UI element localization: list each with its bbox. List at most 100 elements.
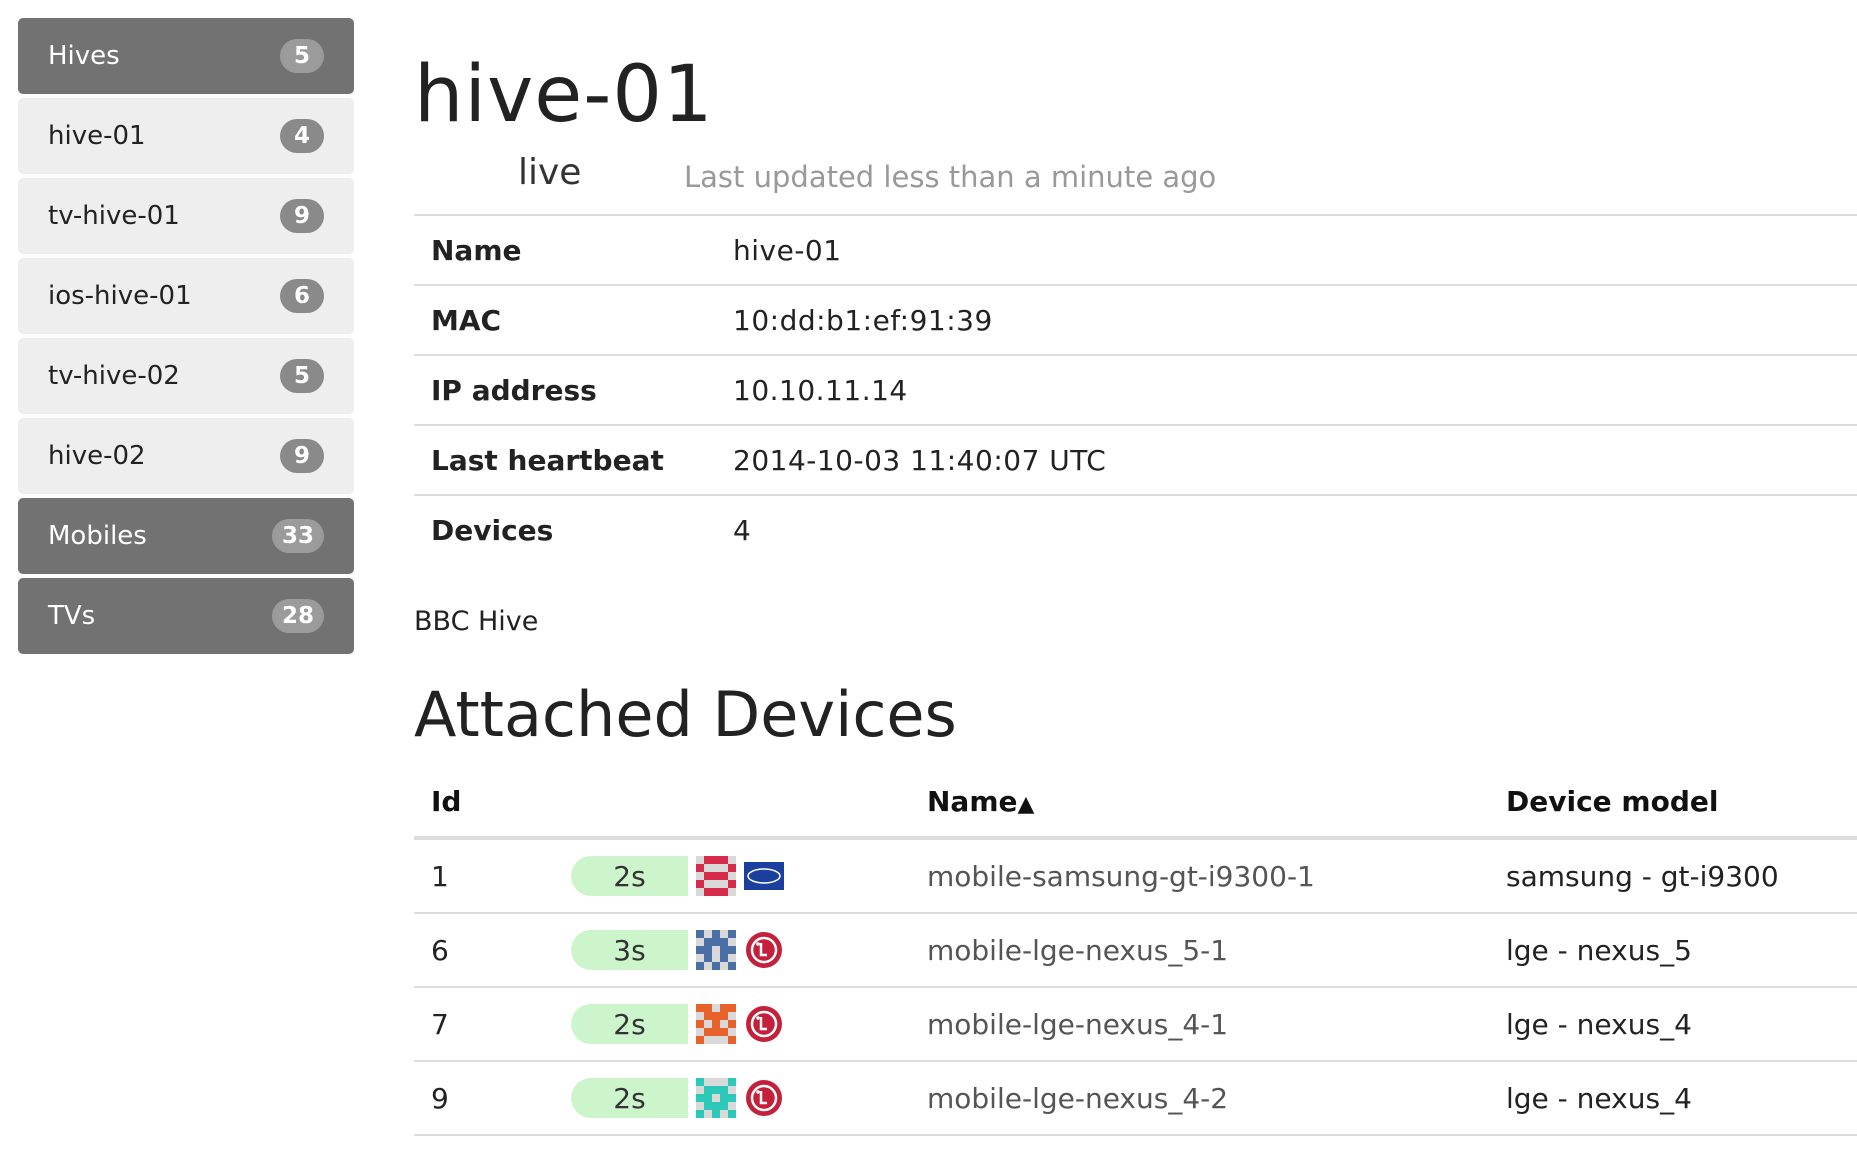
identicon-cell	[712, 1028, 720, 1036]
identicon-cell	[712, 938, 720, 946]
sidebar-item-label: TVs	[48, 601, 96, 631]
sidebar-item-label: tv-hive-01	[48, 201, 180, 231]
column-header-name[interactable]: Name▲	[910, 766, 1489, 840]
device-id: 1	[414, 838, 557, 914]
sidebar-item-mobiles[interactable]: Mobiles 33	[18, 498, 354, 574]
lg-logo-icon	[746, 1006, 782, 1042]
identicon-cell	[696, 930, 704, 938]
identicon-cell	[720, 1094, 728, 1102]
samsung-logo-icon	[744, 862, 784, 890]
identicon-cell	[728, 1004, 736, 1012]
detail-value: hive-01	[716, 214, 1857, 285]
sidebar-item-hive-01[interactable]: hive-01 4	[18, 98, 354, 174]
sidebar-item-label: Mobiles	[48, 521, 147, 551]
table-row[interactable]: 9 2s mobile-lge-nexus_4-2 lge - nexus_4	[414, 1061, 1857, 1136]
identicon-cell	[704, 872, 712, 880]
identicon-cell	[704, 1094, 712, 1102]
detail-key: MAC	[414, 284, 716, 355]
sidebar-item-label: hive-01	[48, 121, 146, 151]
identicon-cell	[704, 856, 712, 864]
organisation-name: BBC Hive	[414, 606, 539, 637]
detail-value: 10.10.11.14	[716, 354, 1857, 425]
identicon-cell	[720, 1086, 728, 1094]
table-row[interactable]: 7 2s mobile-lge-nexus_4-1 lge - nexus_4	[414, 987, 1857, 1062]
count-badge: 4	[280, 119, 324, 153]
identicon-cell	[712, 872, 720, 880]
attached-devices-heading: Attached Devices	[414, 678, 957, 751]
sidebar-item-tvs[interactable]: TVs 28	[18, 578, 354, 654]
device-name-link[interactable]: mobile-samsung-gt-i9300-1	[910, 838, 1489, 914]
identicon-cell	[712, 856, 720, 864]
count-badge: 6	[280, 279, 324, 313]
identicon-cell	[712, 1086, 720, 1094]
identicon-cell	[704, 888, 712, 896]
identicon-cell	[704, 1028, 712, 1036]
detail-value: 4	[716, 494, 1857, 565]
sidebar-item-tv-hive-02[interactable]: tv-hive-02 5	[18, 338, 354, 414]
sort-asc-icon: ▲	[1017, 791, 1035, 817]
count-badge: 9	[280, 439, 324, 473]
table-header-row: Id Name▲ Device model	[414, 766, 1857, 840]
identicon-cell	[696, 1020, 704, 1028]
identicon-cell	[728, 1020, 736, 1028]
device-status-cell: 2s	[557, 838, 910, 914]
identicon-cell	[720, 1012, 728, 1020]
identicon-cell	[720, 888, 728, 896]
count-badge: 33	[271, 519, 324, 553]
sidebar-item-ios-hive-01[interactable]: ios-hive-01 6	[18, 258, 354, 334]
identicon-cell	[720, 946, 728, 954]
device-model: lge - nexus_5	[1489, 913, 1857, 988]
sidebar-item-hive-02[interactable]: hive-02 9	[18, 418, 354, 494]
heartbeat-age-badge: 2s	[571, 856, 688, 896]
identicon-cell	[720, 1004, 728, 1012]
detail-key: IP address	[414, 354, 716, 425]
device-status-cell: 3s	[557, 913, 910, 988]
device-name-link[interactable]: mobile-lge-nexus_4-2	[910, 1061, 1489, 1136]
sidebar: Hives 5 hive-01 4 tv-hive-01 9 ios-hive-…	[18, 18, 354, 658]
identicon-cell	[704, 954, 712, 962]
identicon-cell	[720, 954, 728, 962]
detail-row: Devices 4	[414, 494, 1857, 565]
identicon-cell	[712, 930, 720, 938]
identicon-cell	[696, 864, 704, 872]
detail-key: Last heartbeat	[414, 424, 716, 495]
lg-logo-icon	[746, 932, 782, 968]
sidebar-item-label: ios-hive-01	[48, 281, 192, 311]
identicon-cell	[696, 1036, 704, 1044]
sidebar-item-hives[interactable]: Hives 5	[18, 18, 354, 94]
device-name-link[interactable]: mobile-lge-nexus_5-1	[910, 913, 1489, 988]
table-row[interactable]: 1 2s mobile-samsung-gt-i9300-1 samsung -…	[414, 838, 1857, 914]
device-name-link[interactable]: mobile-lge-nexus_4-1	[910, 987, 1489, 1062]
devices-table: Id Name▲ Device model 1 2s mobile-samsun…	[414, 766, 1857, 1136]
detail-row: IP address 10.10.11.14	[414, 354, 1857, 425]
sidebar-item-tv-hive-01[interactable]: tv-hive-01 9	[18, 178, 354, 254]
identicon-cell	[720, 1028, 728, 1036]
table-row[interactable]: 6 3s mobile-lge-nexus_5-1 lge - nexus_5	[414, 913, 1857, 988]
status-label: live	[518, 152, 582, 193]
last-updated-text: Last updated less than a minute ago	[684, 160, 1217, 194]
identicon-cell	[712, 1020, 720, 1028]
identicon-cell	[696, 1004, 704, 1012]
column-header-id[interactable]: Id	[414, 766, 557, 840]
identicon-cell	[728, 930, 736, 938]
heartbeat-age-badge: 3s	[571, 930, 688, 970]
identicon-cell	[728, 962, 736, 970]
detail-row: Name hive-01	[414, 214, 1857, 285]
identicon-cell	[728, 1094, 736, 1102]
column-header-model[interactable]: Device model	[1489, 766, 1857, 840]
identicon-cell	[712, 1102, 720, 1110]
sort-name-link[interactable]: Name	[927, 785, 1018, 818]
count-badge: 28	[271, 599, 324, 633]
identicon-cell	[696, 946, 704, 954]
detail-key: Devices	[414, 494, 716, 565]
identicon-cell	[704, 946, 712, 954]
identicon-cell	[728, 946, 736, 954]
identicon-cell	[712, 962, 720, 970]
identicon-cell	[728, 1036, 736, 1044]
identicon-cell	[696, 880, 704, 888]
heartbeat-age-badge: 2s	[571, 1078, 688, 1118]
device-status-cell: 2s	[557, 1061, 910, 1136]
detail-value: 10:dd:b1:ef:91:39	[716, 284, 1857, 355]
count-badge: 9	[280, 199, 324, 233]
identicon-cell	[704, 1102, 712, 1110]
